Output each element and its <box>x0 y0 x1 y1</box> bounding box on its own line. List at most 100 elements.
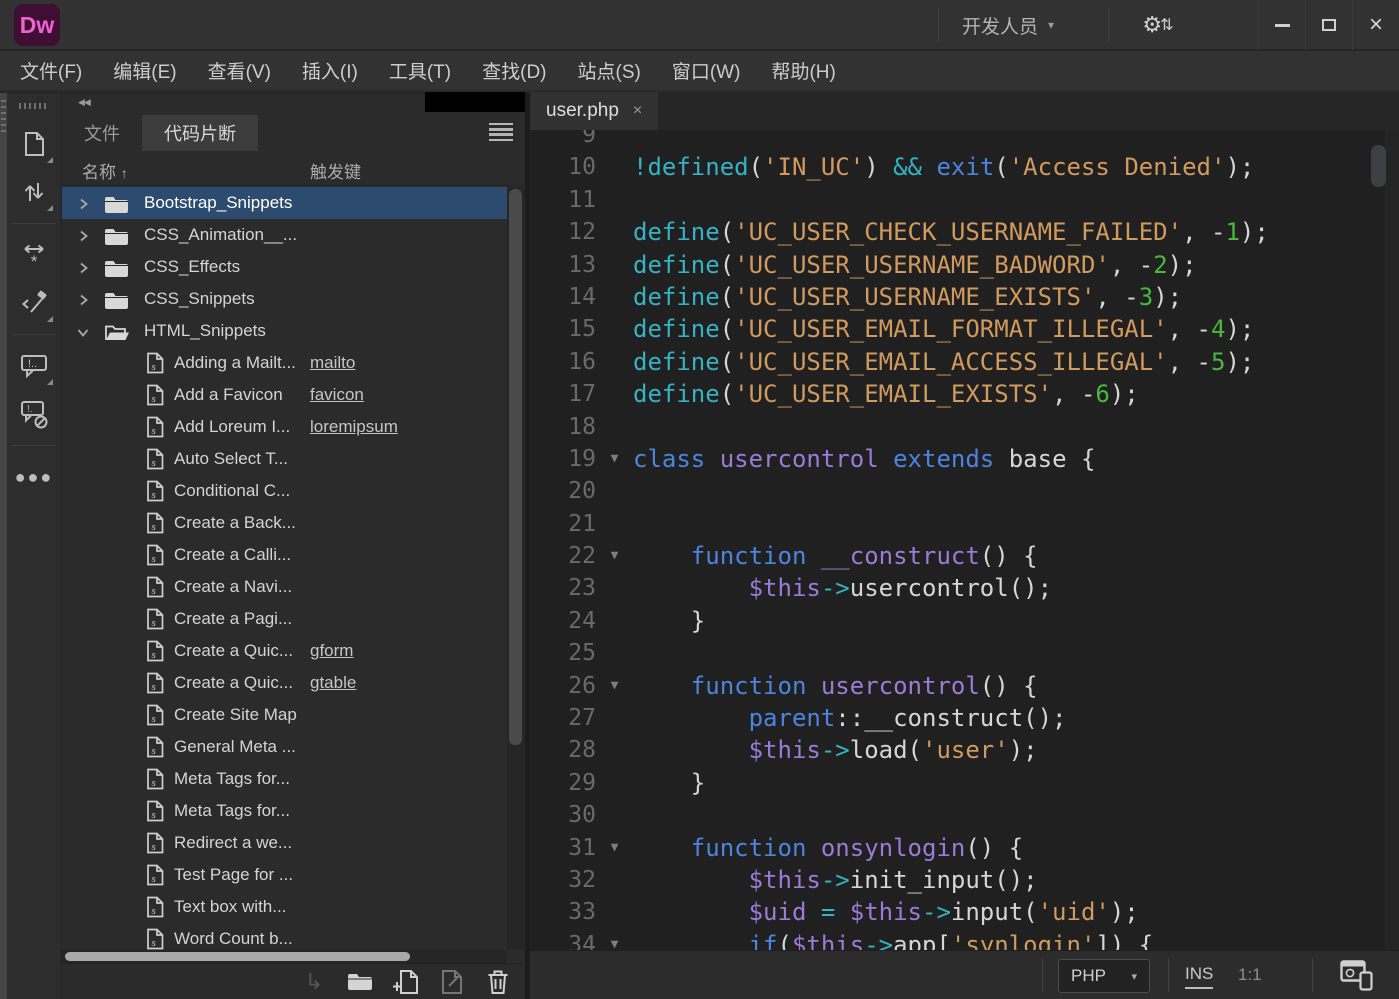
tree-snippet-row[interactable]: sRedirect a we... <box>62 827 525 859</box>
trigger-key[interactable]: loremipsum <box>310 417 398 437</box>
workspace-gear-button[interactable]: ⚙ ⇅ <box>1128 6 1188 44</box>
code-fold-icon[interactable]: ▼ <box>596 670 633 702</box>
maximize-button[interactable] <box>1305 0 1352 50</box>
dock-edge-strip <box>0 93 7 999</box>
flyout-corner-icon <box>47 379 53 385</box>
code-fold-icon[interactable]: ▼ <box>596 929 633 950</box>
tree-snippet-row[interactable]: sMeta Tags for... <box>62 795 525 827</box>
tree-snippet-row[interactable]: sCreate a Calli... <box>62 539 525 571</box>
svg-text:s: s <box>152 681 156 693</box>
editor-scrollbar-thumb[interactable] <box>1371 145 1386 187</box>
tree-folder-row[interactable]: CSS_Animation__... <box>62 219 525 251</box>
workspace-switcher[interactable]: 开发人员 ▾ <box>962 0 1054 50</box>
editor-scrollbar-track[interactable] <box>1385 130 1399 950</box>
remove-comment-button[interactable]: !. <box>13 393 55 435</box>
snippet-file-icon: s <box>146 480 164 507</box>
tree-snippet-row[interactable]: sCreate Site Map <box>62 699 525 731</box>
tree-snippet-row[interactable]: sTest Page for ... <box>62 859 525 891</box>
menu-item[interactable]: 帮助(H) <box>771 57 835 84</box>
tree-snippet-row[interactable]: sWord Count b... <box>62 923 525 950</box>
tree-snippet-row[interactable]: sGeneral Meta ... <box>62 731 525 763</box>
trigger-key[interactable]: gtable <box>310 673 356 693</box>
menu-item[interactable]: 查看(V) <box>208 57 271 84</box>
close-button[interactable]: × <box>1352 0 1399 50</box>
document-tab-userphp[interactable]: user.php × <box>530 92 658 130</box>
menu-item[interactable]: 编辑(E) <box>113 57 176 84</box>
format-source-code-button[interactable] <box>13 282 55 324</box>
panel-menu-icon[interactable] <box>489 123 513 141</box>
code-text: function usercontrol() { <box>633 670 1038 702</box>
apply-comment-button[interactable]: !.. <box>13 345 55 387</box>
minimize-button[interactable] <box>1258 0 1305 50</box>
panel-horizontal-scrollbar[interactable] <box>62 950 507 963</box>
menu-item[interactable]: 窗口(W) <box>672 57 741 84</box>
tree-snippet-row[interactable]: sText box with... <box>62 891 525 923</box>
toolbar-grip-handle[interactable] <box>19 103 49 109</box>
open-documents-button[interactable] <box>13 123 55 165</box>
tree-snippet-row[interactable]: sAdd Loreum I...loremipsum <box>62 411 525 443</box>
tree-snippet-row[interactable]: sCreate a Pagi... <box>62 603 525 635</box>
tree-snippet-row[interactable]: sCreate a Navi... <box>62 571 525 603</box>
code-line: 19▼class usercontrol extends base { <box>530 443 1399 475</box>
tree-folder-row[interactable]: CSS_Effects <box>62 251 525 283</box>
customize-toolbar-button[interactable]: ●●● <box>13 456 55 498</box>
code-view[interactable]: 910!defined('IN_UC') && exit('Access Den… <box>530 130 1399 950</box>
chevron-right-icon[interactable] <box>76 292 90 306</box>
trigger-key[interactable]: gform <box>310 641 353 661</box>
trigger-key[interactable]: mailto <box>310 353 355 373</box>
edit-snippet-button[interactable] <box>439 969 465 995</box>
tree-item-label: Meta Tags for... <box>174 769 290 789</box>
column-header-name[interactable]: 名称 ↑ <box>82 158 128 183</box>
tree-folder-row[interactable]: Bootstrap_Snippets <box>62 187 507 219</box>
column-header-trigger[interactable]: 触发键 <box>310 158 361 183</box>
code-fold-icon[interactable]: ▼ <box>596 540 633 572</box>
new-snippet-button[interactable] <box>393 969 419 995</box>
chevron-down-icon[interactable] <box>76 324 90 338</box>
maximize-icon <box>1322 19 1336 31</box>
tree-item-label: Create a Pagi... <box>174 609 292 629</box>
fold-gutter <box>596 184 633 216</box>
insert-mode-indicator[interactable]: INS <box>1185 964 1213 989</box>
code-line: 34▼ if($this->app['synlogin']) { <box>530 929 1399 950</box>
tab-files[interactable]: 文件 <box>62 115 142 151</box>
insert-snippet-button[interactable]: ↳ <box>301 969 327 995</box>
fold-gutter <box>596 249 633 281</box>
chevron-right-icon[interactable] <box>76 228 90 242</box>
scrollbar-thumb[interactable] <box>509 189 522 745</box>
tree-snippet-row[interactable]: sAdding a Mailt...mailto <box>62 347 525 379</box>
new-folder-button[interactable] <box>347 969 373 995</box>
panel-vertical-scrollbar[interactable] <box>507 187 525 950</box>
menu-item[interactable]: 工具(T) <box>389 57 451 84</box>
tree-snippet-row[interactable]: sCreate a Quic...gtable <box>62 667 525 699</box>
tree-folder-row[interactable]: HTML_Snippets <box>62 315 525 347</box>
code-fold-icon[interactable]: ▼ <box>596 832 633 864</box>
file-management-button[interactable] <box>13 171 55 213</box>
tree-snippet-row[interactable]: sCreate a Quic...gform <box>62 635 525 667</box>
device-preview-button[interactable] <box>1340 960 1374 996</box>
tree-snippet-row[interactable]: sAuto Select T... <box>62 443 525 475</box>
tree-snippet-row[interactable]: sConditional C... <box>62 475 525 507</box>
tree-snippet-row[interactable]: sMeta Tags for... <box>62 763 525 795</box>
language-mode-select[interactable]: PHP ▾ <box>1058 959 1150 993</box>
fold-gutter <box>596 313 633 345</box>
code-fold-icon[interactable]: ▼ <box>596 443 633 475</box>
menu-item[interactable]: 插入(I) <box>302 57 358 84</box>
menu-item[interactable]: 文件(F) <box>20 57 82 84</box>
tree-snippet-row[interactable]: sAdd a Faviconfavicon <box>62 379 525 411</box>
tab-snippets[interactable]: 代码片断 <box>142 115 258 151</box>
tree-folder-row[interactable]: CSS_Snippets <box>62 283 525 315</box>
close-tab-icon[interactable]: × <box>633 102 642 120</box>
snippet-file-icon: s <box>146 576 164 603</box>
dock-grip-handle[interactable] <box>1 100 6 136</box>
trigger-key[interactable]: favicon <box>310 385 364 405</box>
scrollbar-thumb[interactable] <box>65 952 410 961</box>
menu-item[interactable]: 站点(S) <box>578 57 641 84</box>
sync-arrows-icon <box>21 179 47 205</box>
toggle-word-wrap-button[interactable]: * <box>13 234 55 276</box>
collapse-panels-button[interactable]: ◀◀ <box>78 97 90 108</box>
tree-snippet-row[interactable]: sCreate a Back... <box>62 507 525 539</box>
chevron-right-icon[interactable] <box>76 196 90 210</box>
delete-snippet-button[interactable] <box>485 969 511 995</box>
menu-item[interactable]: 查找(D) <box>482 57 546 84</box>
chevron-right-icon[interactable] <box>76 260 90 274</box>
